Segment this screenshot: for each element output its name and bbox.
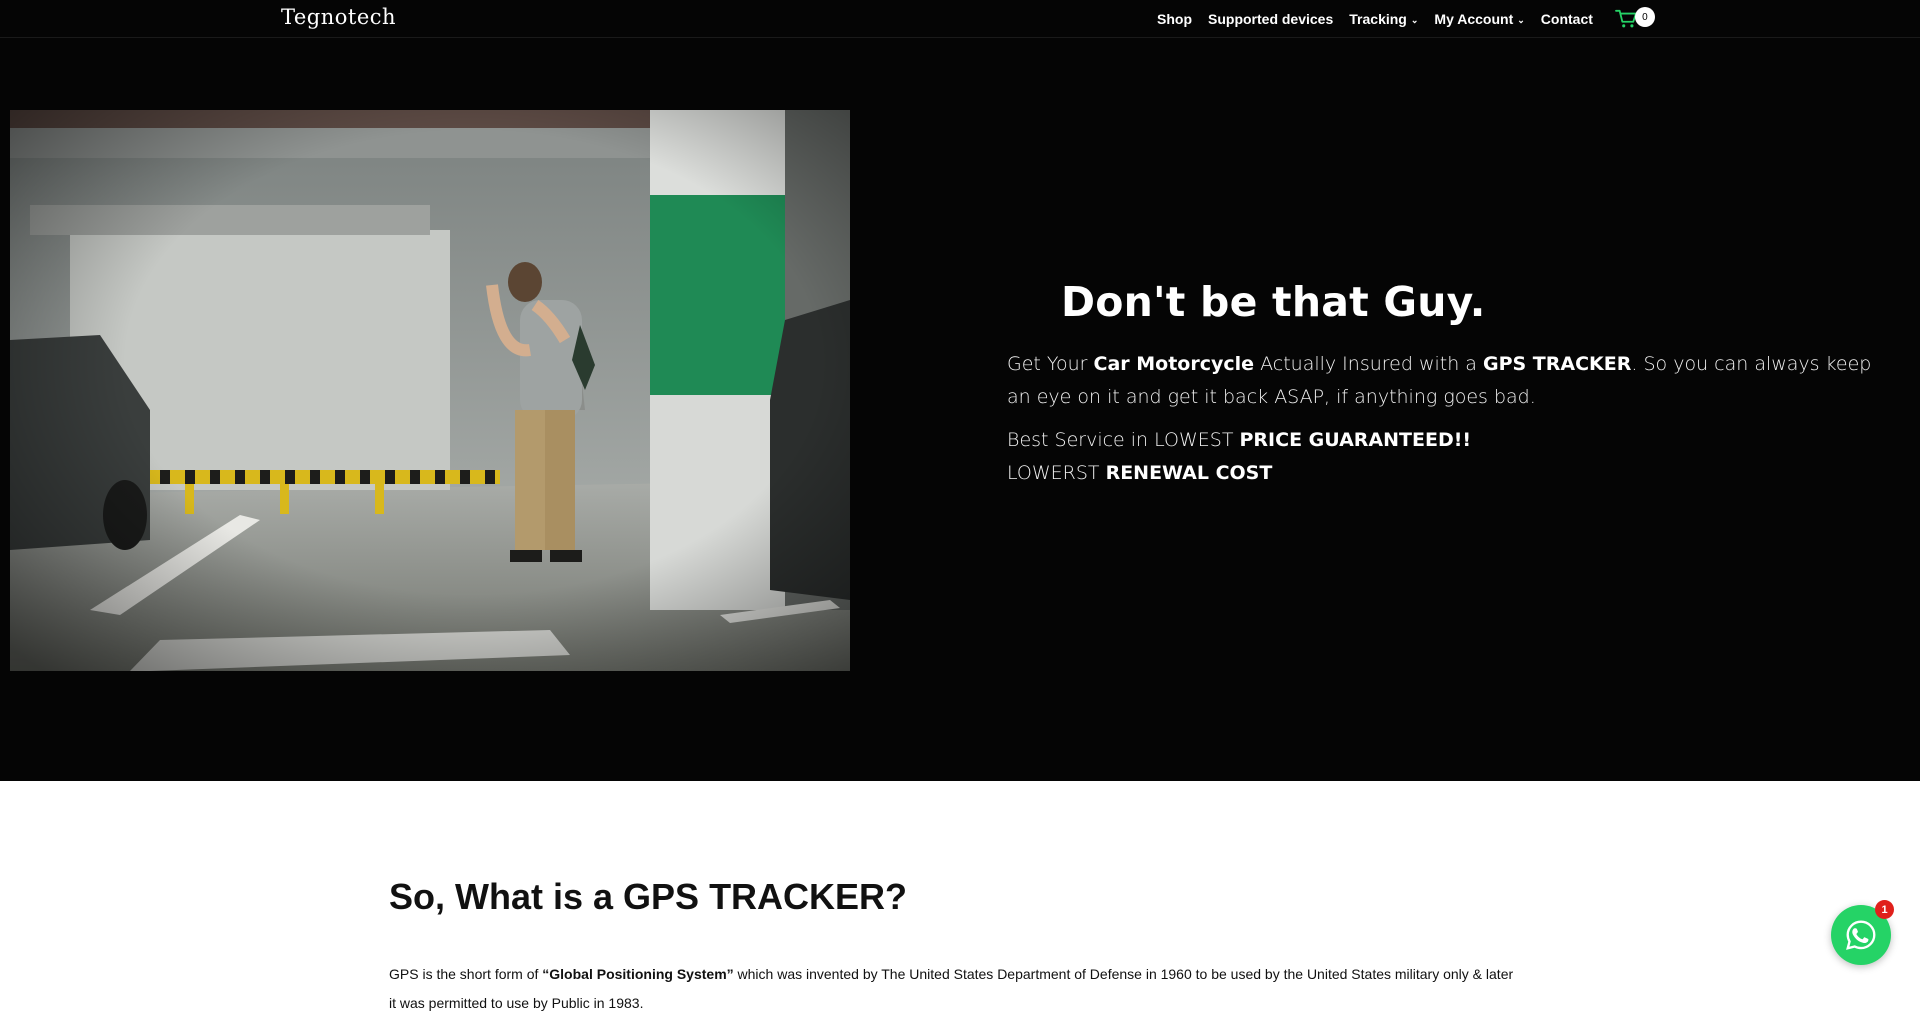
nav-shop[interactable]: Shop — [1157, 11, 1192, 27]
hero-paragraph-1: Get Your Car Motorcycle Actually Insured… — [1007, 353, 1872, 408]
hero-paragraph-2: Best Service in LOWEST PRICE GUARANTEED!… — [1007, 429, 1472, 484]
hero-text-block: Don't be that Guy. Get Your Car Motorcyc… — [1007, 278, 1887, 500]
section-heading: So, What is a GPS TRACKER? — [389, 876, 908, 917]
parking-garage-illustration — [10, 110, 850, 671]
hero-image — [10, 110, 850, 671]
nav-my-account-label: My Account — [1434, 11, 1514, 27]
hero-title: Don't be that Guy. — [1061, 278, 1486, 326]
nav-tracking[interactable]: Tracking ⌄ — [1349, 11, 1418, 27]
cart-button[interactable]: 0 — [1614, 7, 1655, 29]
cart-count-badge: 0 — [1634, 7, 1655, 27]
hero-section: Don't be that Guy. Get Your Car Motorcyc… — [0, 38, 1920, 781]
whatsapp-icon — [1846, 920, 1876, 950]
whatsapp-notification-badge: 1 — [1875, 900, 1894, 919]
site-logo[interactable]: Tegnotech — [281, 5, 396, 29]
chevron-down-icon: ⌄ — [1517, 14, 1525, 25]
main-menu: Shop Supported devices Tracking ⌄ My Acc… — [1157, 0, 1655, 38]
nav-contact[interactable]: Contact — [1541, 11, 1593, 27]
nav-tracking-label: Tracking — [1349, 11, 1407, 27]
shopping-cart-icon — [1614, 9, 1637, 28]
section-paragraph: GPS is the short form of “Global Positio… — [389, 966, 1514, 1011]
nav-my-account[interactable]: My Account ⌄ — [1434, 11, 1524, 27]
nav-supported-devices[interactable]: Supported devices — [1208, 11, 1333, 27]
top-navigation-bar: Tegnotech Shop Supported devices Trackin… — [0, 0, 1920, 38]
chevron-down-icon: ⌄ — [1410, 14, 1419, 25]
